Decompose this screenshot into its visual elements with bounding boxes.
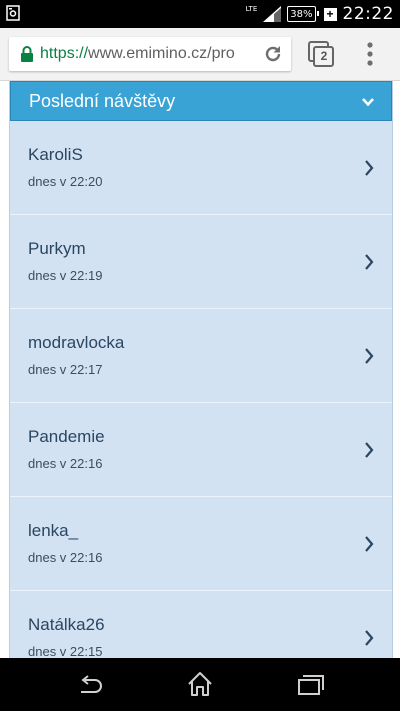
chevron-right-icon	[365, 254, 374, 270]
tab-count: 2	[320, 49, 328, 63]
system-navigation-bar	[0, 658, 400, 711]
chevron-right-icon	[365, 348, 374, 364]
recent-visits-header[interactable]: Poslední návštěvy	[10, 81, 392, 121]
lock-icon	[21, 46, 33, 62]
charging-icon: +	[323, 7, 337, 21]
visitor-name: lenka_	[28, 521, 79, 540]
overflow-menu-icon[interactable]	[367, 42, 373, 66]
url-bar[interactable]: https://www.emimino.cz/pro	[9, 37, 291, 71]
page-content: Poslední návštěvy KaroliS dnes v 22:20 P…	[0, 81, 400, 658]
battery-indicator: 38%	[287, 6, 319, 22]
url-scheme: https://	[40, 45, 89, 62]
visitor-name: KaroliS	[28, 145, 83, 164]
visit-list-item[interactable]: KaroliS dnes v 22:20	[10, 121, 392, 215]
clock: 22:22	[342, 4, 394, 24]
recent-apps-icon[interactable]	[297, 674, 325, 696]
home-icon[interactable]	[186, 670, 214, 698]
chevron-right-icon	[365, 442, 374, 458]
network-type-label: LTE	[245, 4, 258, 13]
chevron-down-icon[interactable]	[361, 95, 375, 109]
visit-list-item[interactable]: modravlocka dnes v 22:17	[10, 309, 392, 403]
battery-level: 38%	[290, 8, 313, 20]
visitor-name: Purkym	[28, 239, 86, 258]
chevron-right-icon	[365, 536, 374, 552]
visit-list-item[interactable]: Pandemie dnes v 22:16	[10, 403, 392, 497]
visitor-name: Pandemie	[28, 427, 105, 446]
visit-list-item[interactable]: Purkym dnes v 22:19	[10, 215, 392, 309]
chevron-right-icon	[365, 630, 374, 646]
visit-time: dnes v 22:16	[28, 550, 103, 565]
recent-visits-panel: Poslední návštěvy KaroliS dnes v 22:20 P…	[9, 81, 393, 658]
visit-time: dnes v 22:15	[28, 644, 103, 658]
signal-strength-icon	[263, 6, 282, 22]
chevron-right-icon	[365, 160, 374, 176]
visit-time: dnes v 22:20	[28, 174, 103, 189]
url-text[interactable]: https://www.emimino.cz/pro	[40, 45, 252, 63]
back-icon[interactable]	[77, 674, 103, 696]
visit-time: dnes v 22:17	[28, 362, 103, 377]
visit-time: dnes v 22:19	[28, 268, 103, 283]
visitor-name: modravlocka	[28, 333, 125, 352]
visitor-name: Natálka26	[28, 615, 105, 634]
browser-toolbar: https://www.emimino.cz/pro 2	[0, 28, 400, 81]
visit-list-item[interactable]: Natálka26 dnes v 22:15	[10, 591, 392, 658]
visit-time: dnes v 22:16	[28, 456, 103, 471]
visit-list-item[interactable]: lenka_ dnes v 22:16	[10, 497, 392, 591]
screenshot-notification-icon	[6, 5, 20, 21]
reload-icon[interactable]	[263, 44, 283, 64]
status-bar: LTE 38% + 22:22	[0, 0, 400, 28]
section-title: Poslední návštěvy	[29, 90, 176, 111]
url-host: www.emimino.cz/pro	[88, 45, 235, 62]
